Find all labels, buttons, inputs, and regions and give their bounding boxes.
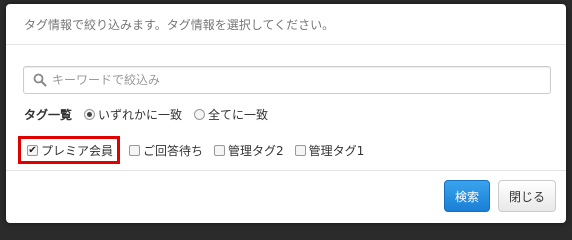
dialog-footer: 検索 閉じる xyxy=(6,170,566,223)
tag-admin-1[interactable]: 管理タグ1 xyxy=(294,140,365,160)
tag-label: 管理タグ2 xyxy=(228,143,284,158)
match-all-label: 全てに一致 xyxy=(208,107,269,122)
dialog-instruction: タグ情報で絞り込みます。タグ情報を選択してください。 xyxy=(24,17,335,32)
close-button[interactable]: 閉じる xyxy=(498,180,556,212)
match-any-radio[interactable] xyxy=(84,108,96,120)
search-icon xyxy=(33,73,47,87)
match-any-option[interactable]: いずれかに一致 xyxy=(84,106,182,123)
tag-admin-1-checkbox[interactable] xyxy=(294,144,306,156)
search-box xyxy=(23,66,551,94)
match-any-label: いずれかに一致 xyxy=(98,107,183,122)
match-all-option[interactable]: 全てに一致 xyxy=(194,106,268,123)
dialog-header: タグ情報で絞り込みます。タグ情報を選択してください。 xyxy=(6,4,566,45)
keyword-search-input[interactable] xyxy=(52,67,542,93)
tag-list-row: タグ一覧 いずれかに一致 全てに一致 xyxy=(24,104,280,124)
tag-awaiting-reply[interactable]: ご回答待ち xyxy=(129,140,203,160)
tags-row: ✔ プレミア会員 ご回答待ち 管理タグ2 管理タグ1 xyxy=(18,136,375,164)
tag-premium-member[interactable]: ✔ プレミア会員 xyxy=(18,136,121,164)
tag-admin-2-checkbox[interactable] xyxy=(214,144,226,156)
tag-admin-2[interactable]: 管理タグ2 xyxy=(214,140,284,160)
search-button[interactable]: 検索 xyxy=(444,180,490,212)
tag-awaiting-reply-checkbox[interactable] xyxy=(129,144,141,156)
tag-label: 管理タグ1 xyxy=(308,143,365,158)
tag-label: ご回答待ち xyxy=(143,143,204,158)
dialog-body: タグ一覧 いずれかに一致 全てに一致 ✔ プレミア会員 ご回答待ち 管理タグ2 xyxy=(6,45,566,168)
tag-filter-dialog: タグ情報で絞り込みます。タグ情報を選択してください。 タグ一覧 いずれかに一致 … xyxy=(6,4,566,223)
tag-premium-member-checkbox[interactable]: ✔ xyxy=(27,144,38,156)
match-all-radio[interactable] xyxy=(194,108,206,120)
tag-label: プレミア会員 xyxy=(41,143,114,158)
tag-list-label: タグ一覧 xyxy=(24,107,73,122)
